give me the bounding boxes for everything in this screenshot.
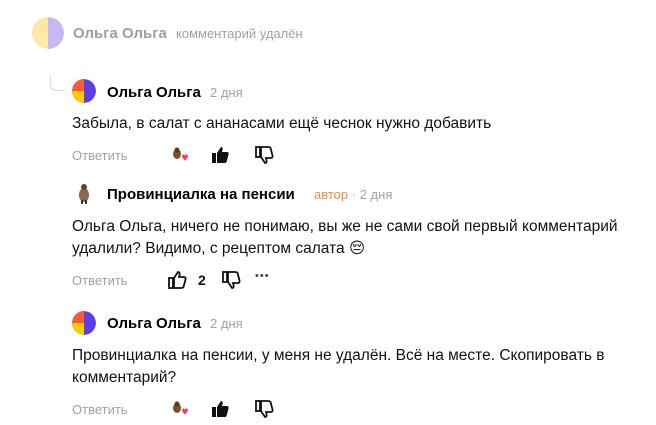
meta-separator: · xyxy=(351,187,357,202)
author-badge: автор xyxy=(314,187,349,202)
avatar[interactable] xyxy=(72,311,96,335)
comment-text: Забыла, в салат с ананасами ещё чеснок н… xyxy=(72,115,492,132)
comment-author[interactable]: Ольга Ольга xyxy=(107,84,201,101)
thread-line xyxy=(50,76,65,91)
like-count: 2 xyxy=(198,272,206,288)
reply-button[interactable]: Ответить xyxy=(72,273,128,288)
reply-button[interactable]: Ответить xyxy=(72,402,128,417)
avatar-icon xyxy=(72,181,96,205)
avatar[interactable] xyxy=(72,79,96,103)
avatar-icon xyxy=(72,311,96,335)
comment-author[interactable]: Ольга Ольга xyxy=(73,25,167,42)
more-icon[interactable]: ••• xyxy=(255,270,270,282)
comment-author[interactable]: Провинциалка на пенсии xyxy=(107,186,295,203)
comment-text: Ольга Ольга, ничего не понимаю, вы же не… xyxy=(72,218,618,257)
reaction-icon[interactable] xyxy=(168,398,190,420)
comment-text: Провинциалка на пенсии, у меня не удалён… xyxy=(72,347,605,386)
comment-time: 2 дня xyxy=(210,316,243,331)
like-icon[interactable] xyxy=(209,144,231,166)
avatar[interactable] xyxy=(72,181,96,205)
avatar-icon xyxy=(72,79,96,103)
comment-meta: автор · 2 дня xyxy=(314,187,392,202)
comment-time: 2 дня xyxy=(359,187,393,202)
avatar-icon xyxy=(32,17,64,49)
comment-deleted-status: комментарий удалён xyxy=(176,26,303,41)
comment-time: 2 дня xyxy=(210,85,243,100)
like-icon[interactable] xyxy=(166,269,188,291)
avatar[interactable] xyxy=(32,17,64,49)
dislike-icon[interactable] xyxy=(253,398,275,420)
comment-author[interactable]: Ольга Ольга xyxy=(107,315,201,332)
like-icon[interactable] xyxy=(209,398,231,420)
dislike-icon[interactable] xyxy=(220,269,242,291)
reaction-icon[interactable] xyxy=(168,144,190,166)
dislike-icon[interactable] xyxy=(253,144,275,166)
reply-button[interactable]: Ответить xyxy=(72,148,128,163)
